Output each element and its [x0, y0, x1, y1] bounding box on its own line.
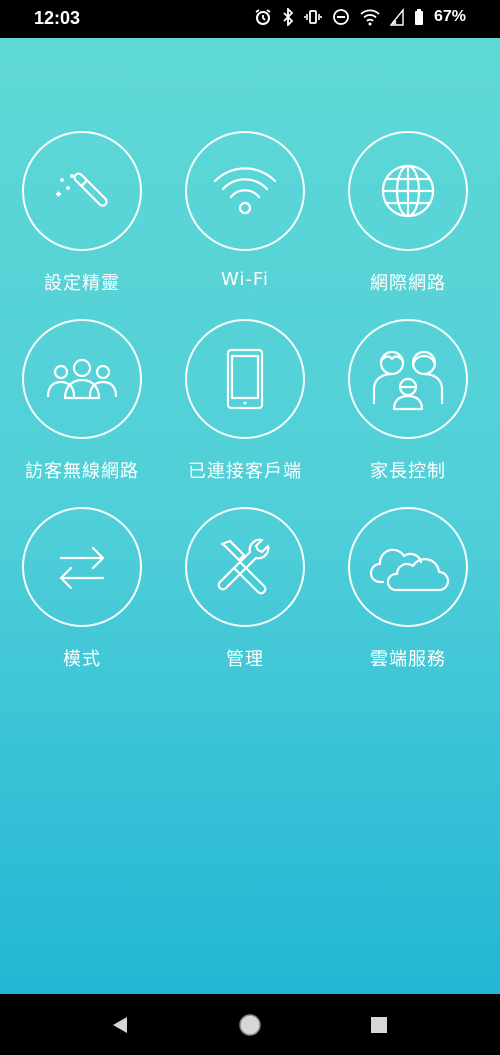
app-screen: 12:03 67% 設定精靈 Wi-Fi 網際網路 訪客無線網路 已連接客戶端 … [0, 0, 500, 1055]
internet-button[interactable] [348, 131, 468, 251]
back-icon[interactable] [108, 1012, 134, 1038]
menu-item-label: 網際網路 [370, 273, 446, 294]
status-time: 12:03 [34, 8, 81, 28]
status-bar: 12:03 67% [0, 0, 500, 38]
menu-item-label: 已連接客戶端 [188, 461, 302, 482]
menu-item-internet[interactable]: 網際網路 [333, 131, 483, 295]
wifi-status-icon [360, 8, 380, 26]
magic-wand-icon [55, 172, 108, 207]
mode-button[interactable] [22, 507, 142, 627]
globe-icon [381, 164, 435, 218]
menu-item-wifi[interactable]: Wi-Fi [170, 131, 320, 290]
battery-percentage: 67% [433, 8, 466, 25]
setup-wizard-button[interactable] [22, 131, 142, 251]
recent-apps-icon[interactable] [366, 1012, 392, 1038]
menu-item-label: 模式 [63, 649, 101, 670]
parental-controls-button[interactable] [348, 319, 468, 439]
cloud-icon [369, 548, 450, 592]
signal-icon [389, 8, 404, 26]
menu-item-label: 訪客無線網路 [25, 461, 139, 482]
menu-item-cloud-service[interactable]: 雲端服務 [333, 507, 483, 671]
alarm-icon [254, 8, 272, 26]
menu-item-label: 設定精靈 [44, 273, 120, 294]
cloud-service-button[interactable] [348, 507, 468, 627]
menu-item-label: 雲端服務 [370, 649, 446, 670]
menu-item-parental-controls[interactable]: 家長控制 [333, 319, 483, 483]
swap-arrows-icon [59, 546, 105, 590]
vibrate-icon [304, 8, 322, 26]
connected-clients-button[interactable] [185, 319, 305, 439]
do-not-disturb-icon [332, 8, 350, 26]
guest-network-button[interactable] [22, 319, 142, 439]
menu-item-label: 管理 [226, 649, 264, 670]
menu-item-setup-wizard[interactable]: 設定精靈 [7, 131, 157, 295]
guest-users-icon [46, 358, 118, 400]
status-icons: 67% [254, 8, 466, 26]
wifi-icon [213, 167, 277, 215]
menu-item-label: 家長控制 [370, 461, 446, 482]
bluetooth-icon [282, 8, 294, 26]
tablet-icon [226, 348, 264, 410]
battery-icon [414, 8, 424, 26]
menu-item-label: Wi-Fi [221, 269, 269, 290]
wifi-button[interactable] [185, 131, 305, 251]
home-icon[interactable] [237, 1012, 263, 1038]
tools-icon [217, 538, 270, 595]
menu-item-mode[interactable]: 模式 [7, 507, 157, 671]
menu-item-connected-clients[interactable]: 已連接客戶端 [170, 319, 320, 483]
administration-button[interactable] [185, 507, 305, 627]
navigation-bar [0, 994, 500, 1055]
menu-item-administration[interactable]: 管理 [170, 507, 320, 671]
main-menu-grid: 設定精靈 Wi-Fi 網際網路 訪客無線網路 已連接客戶端 家長控制 模式 管理… [0, 38, 500, 994]
menu-item-guest-network[interactable]: 訪客無線網路 [7, 319, 157, 483]
family-icon [372, 350, 444, 411]
